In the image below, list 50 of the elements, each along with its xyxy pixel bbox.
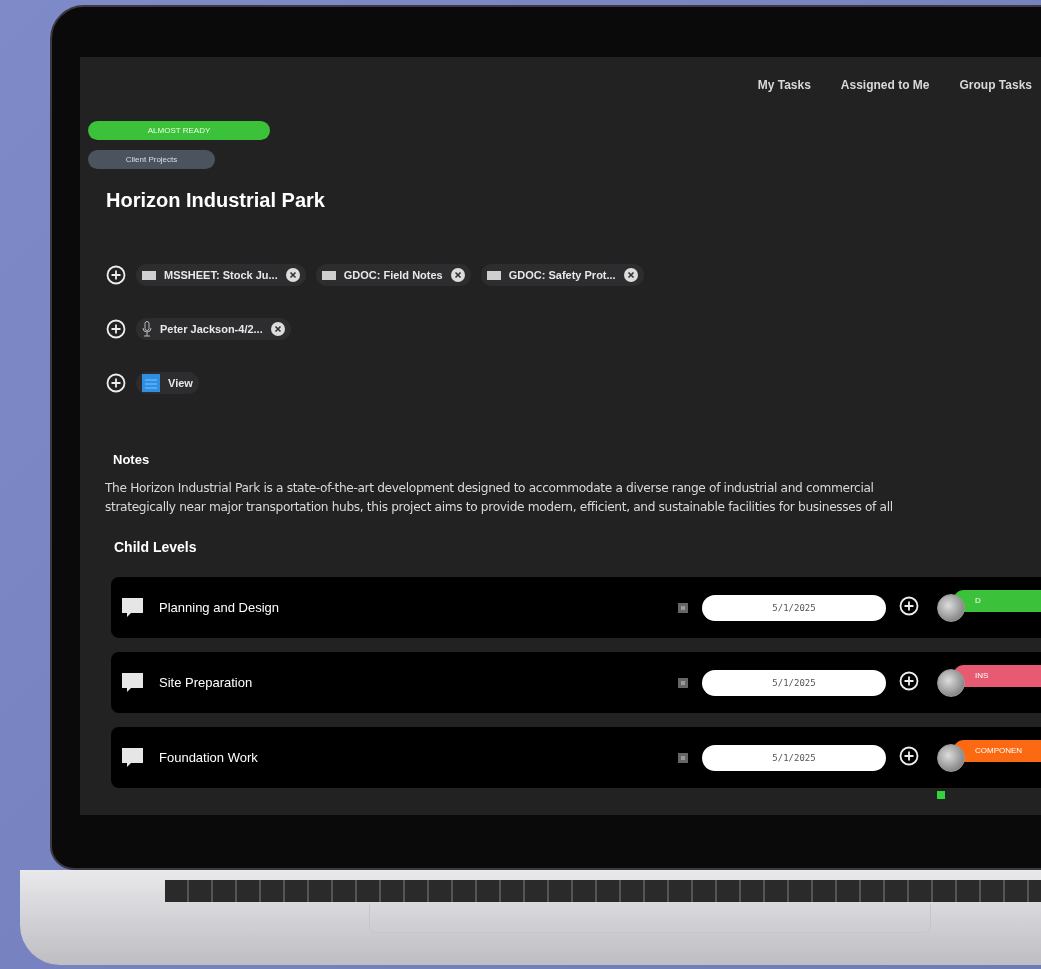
status-pill: INS xyxy=(953,664,1041,687)
status-pill: D xyxy=(953,589,1041,612)
file-icon xyxy=(142,270,156,280)
add-icon[interactable] xyxy=(106,265,126,285)
date-field[interactable]: 5/1/2025 xyxy=(702,744,886,771)
child-level-row[interactable]: Site Preparation 5/1/2025 INS xyxy=(111,652,1041,713)
add-icon[interactable] xyxy=(106,319,126,339)
child-level-row[interactable]: Foundation Work 5/1/2025 COMPONEN xyxy=(111,727,1041,788)
comment-icon[interactable] xyxy=(122,747,143,768)
attachment-chip[interactable]: View xyxy=(136,372,199,394)
close-icon[interactable] xyxy=(285,268,300,282)
attachment-chip[interactable]: GDOC: Field Notes xyxy=(315,264,471,286)
attachment-chip[interactable]: GDOC: Safety Prot... xyxy=(480,264,644,286)
nav-link[interactable]: Assigned to Me xyxy=(840,75,930,95)
square-icon[interactable] xyxy=(678,752,688,763)
notes-heading: Notes xyxy=(112,452,151,467)
category-tag: Client Projects xyxy=(88,150,215,169)
child-level-row[interactable]: Planning and Design 5/1/2025 D xyxy=(111,577,1041,638)
file-icon xyxy=(486,270,501,280)
square-icon[interactable] xyxy=(678,677,688,688)
level-name: Foundation Work xyxy=(159,750,259,765)
avatar xyxy=(937,743,965,772)
add-icon[interactable] xyxy=(106,373,126,393)
add-icon[interactable] xyxy=(899,745,919,766)
comment-icon[interactable] xyxy=(122,672,143,693)
level-name: Planning and Design xyxy=(159,600,280,615)
grid-icon xyxy=(142,374,160,392)
add-icon[interactable] xyxy=(899,670,919,691)
close-icon[interactable] xyxy=(450,268,465,282)
file-icon xyxy=(321,270,336,280)
square-icon[interactable] xyxy=(678,602,688,613)
project-title: Horizon Industrial Park xyxy=(106,189,326,212)
attachment-chip[interactable]: Peter Jackson-4/2... xyxy=(136,318,291,340)
comment-icon[interactable] xyxy=(122,597,143,618)
close-icon[interactable] xyxy=(270,322,285,336)
avatar xyxy=(937,668,965,697)
child-levels-heading: Child Levels xyxy=(113,539,198,555)
status-badge: ALMOST READY xyxy=(88,121,270,140)
notes-text: The Horizon Industrial Park is a state-of-the-art development designed to accommodate a diverse range of industrial and commercial strategically near major transportation hubs, this project aims to provide modern, efficient, and sustainable facilities for businesses of all xyxy=(105,480,894,516)
close-icon[interactable] xyxy=(623,268,638,282)
level-name: Site Preparation xyxy=(159,675,254,690)
nav-link[interactable]: Group Tasks xyxy=(959,75,1032,95)
date-field[interactable]: 5/1/2025 xyxy=(702,594,886,621)
add-icon[interactable] xyxy=(899,595,919,616)
nav-link[interactable]: My Tasks xyxy=(757,75,811,95)
avatar xyxy=(937,593,965,622)
microphone-icon xyxy=(142,321,152,337)
status-pill: COMPONEN xyxy=(953,739,1041,762)
date-field[interactable]: 5/1/2025 xyxy=(702,669,886,696)
attachment-chip[interactable]: MSSHEET: Stock Ju... xyxy=(136,264,306,286)
